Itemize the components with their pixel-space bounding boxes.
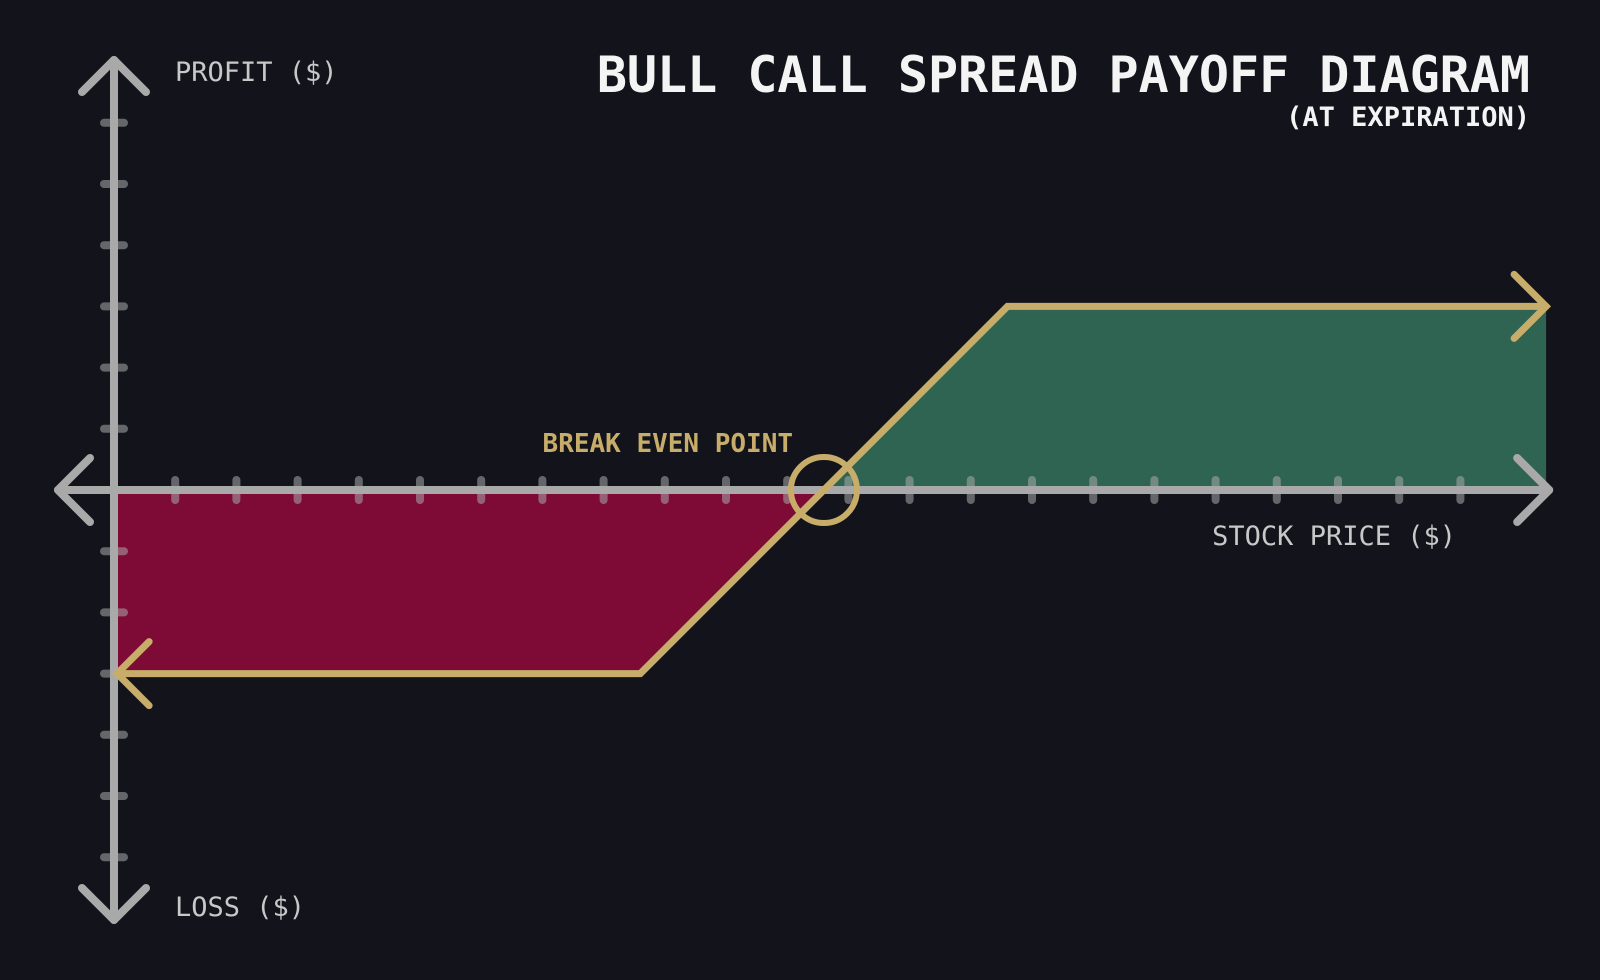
chart-stage: BULL CALL SPREAD PAYOFF DIAGRAM (AT EXPI… — [0, 0, 1600, 980]
payoff-chart: BULL CALL SPREAD PAYOFF DIAGRAM (AT EXPI… — [54, 46, 1554, 924]
chart-title: BULL CALL SPREAD PAYOFF DIAGRAM — [597, 46, 1530, 104]
loss-region — [117, 490, 824, 674]
break-even-label: BREAK EVEN POINT — [543, 429, 793, 459]
x-axis-label: STOCK PRICE ($) — [1212, 521, 1456, 552]
axes — [54, 56, 1554, 924]
y-axis-label-top: PROFIT ($) — [175, 57, 338, 88]
profit-region — [823, 306, 1547, 490]
y-axis-label-bottom: LOSS ($) — [175, 892, 305, 923]
chart-subtitle: (AT EXPIRATION) — [1286, 102, 1530, 133]
